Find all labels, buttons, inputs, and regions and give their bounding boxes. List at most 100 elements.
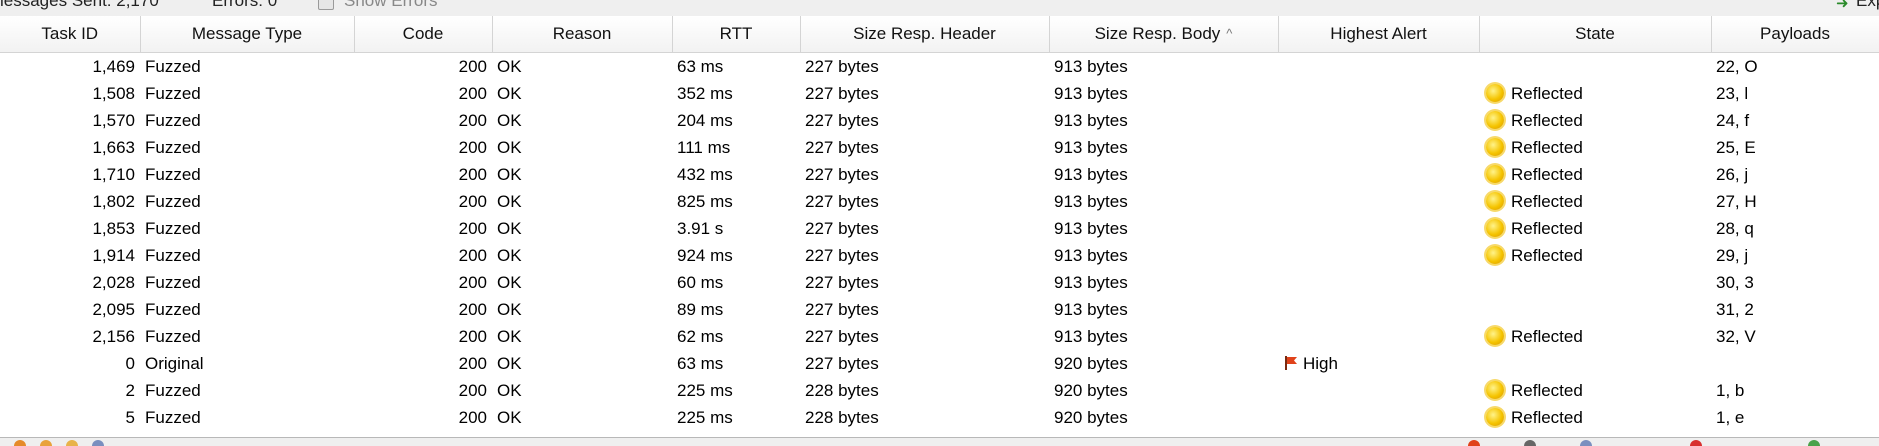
state-cell-text: Reflected [1511, 164, 1583, 184]
state-cell-text: Reflected [1511, 110, 1583, 130]
message-type-cell: Fuzzed [140, 404, 354, 431]
size-resp-body-cell: 913 bytes [1049, 107, 1278, 134]
show-errors-label[interactable]: Show Errors [344, 0, 438, 11]
column-header-task-id[interactable]: Task ID [0, 16, 141, 53]
size-resp-header-cell-text: 227 bytes [805, 164, 879, 184]
column-header-highest-alert[interactable]: Highest Alert [1278, 16, 1480, 53]
size-resp-header-cell-text: 227 bytes [805, 299, 879, 319]
state-cell-text: Reflected [1511, 407, 1583, 427]
column-header-state[interactable]: State [1479, 16, 1712, 53]
size-resp-body-cell-text: 913 bytes [1054, 137, 1128, 157]
export-button[interactable]: Exp [1856, 0, 1879, 11]
reason-cell: OK [492, 350, 672, 377]
message-type-cell: Original [140, 350, 354, 377]
payloads-cell-text: 23, l [1716, 83, 1749, 103]
table-row[interactable]: 2,156 Fuzzed 200 OK 62 ms 227 bytes 913 bytes R… [0, 323, 1879, 350]
task-id-cell: 2,028 [0, 269, 140, 296]
message-type-cell-text: Fuzzed [145, 272, 201, 292]
state-cell-text: Reflected [1511, 137, 1583, 157]
state-cell-text: Reflected [1511, 83, 1583, 103]
column-header-code[interactable]: Code [354, 16, 493, 53]
status-indicator-icon [1580, 440, 1592, 446]
code-cell-text: 200 [458, 380, 487, 400]
size-resp-body-cell: 913 bytes [1049, 242, 1278, 269]
column-header-reason[interactable]: Reason [492, 16, 673, 53]
rtt-cell-text: 89 ms [677, 299, 724, 319]
state-cell [1479, 296, 1711, 323]
rtt-cell: 3.91 s [672, 215, 800, 242]
message-type-cell-text: Fuzzed [145, 83, 201, 103]
sun-icon [1486, 407, 1504, 426]
payloads-cell: 1, b [1711, 377, 1879, 404]
payloads-cell-text: 30, 3 [1716, 272, 1754, 292]
table-row[interactable]: 1,663 Fuzzed 200 OK 111 ms 227 bytes 913 bytes… [0, 134, 1879, 161]
size-resp-body-cell-text: 913 bytes [1054, 164, 1128, 184]
code-cell-text: 200 [458, 137, 487, 157]
task-id-cell-text: 1,469 [92, 56, 135, 76]
column-header-payloads[interactable]: Payloads [1711, 16, 1879, 53]
code-cell: 200 [354, 188, 492, 215]
size-resp-header-cell: 227 bytes [800, 323, 1049, 350]
table-row[interactable]: 1,469 Fuzzed 200 OK 63 ms 227 bytes 913 bytes 2… [0, 53, 1879, 81]
highest-alert-cell [1278, 377, 1479, 404]
table-row[interactable]: 1,710 Fuzzed 200 OK 432 ms 227 bytes 913 bytes… [0, 161, 1879, 188]
reason-cell-text: OK [497, 326, 522, 346]
rtt-cell: 63 ms [672, 350, 800, 377]
table-row[interactable]: 0 Original 200 OK 63 ms 227 bytes 920 bytes Hig… [0, 350, 1879, 377]
rtt-cell: 825 ms [672, 188, 800, 215]
highest-alert-cell [1278, 215, 1479, 242]
size-resp-header-cell: 228 bytes [800, 377, 1049, 404]
code-cell-text: 200 [458, 326, 487, 346]
size-resp-body-cell-text: 913 bytes [1054, 299, 1128, 319]
reason-cell-text: OK [497, 407, 522, 427]
table-row[interactable]: 1,914 Fuzzed 200 OK 924 ms 227 bytes 913 bytes… [0, 242, 1879, 269]
size-resp-body-cell: 913 bytes [1049, 215, 1278, 242]
state-cell: Reflected [1479, 215, 1711, 242]
code-cell-text: 200 [458, 56, 487, 76]
rtt-cell-text: 432 ms [677, 164, 733, 184]
message-type-cell: Fuzzed [140, 215, 354, 242]
table-row[interactable]: 2,028 Fuzzed 200 OK 60 ms 227 bytes 913 bytes 3… [0, 269, 1879, 296]
size-resp-header-cell: 227 bytes [800, 188, 1049, 215]
size-resp-header-cell-text: 228 bytes [805, 380, 879, 400]
table-row[interactable]: 2 Fuzzed 200 OK 225 ms 228 bytes 920 bytes Refl… [0, 377, 1879, 404]
table-row[interactable]: 5 Fuzzed 200 OK 225 ms 228 bytes 920 bytes Refl… [0, 404, 1879, 431]
size-resp-header-cell: 228 bytes [800, 404, 1049, 431]
payloads-cell: 24, f [1711, 107, 1879, 134]
message-type-cell: Fuzzed [140, 188, 354, 215]
task-id-cell: 1,853 [0, 215, 140, 242]
errors-count: Errors: 0 [212, 0, 278, 10]
payloads-cell: 23, l [1711, 80, 1879, 107]
column-header-message-type[interactable]: Message Type [140, 16, 355, 53]
column-header-size-resp-body[interactable]: Size Resp. Body ^ [1049, 16, 1279, 53]
reason-cell: OK [492, 80, 672, 107]
payloads-cell-text: 25, E [1716, 137, 1756, 157]
table-row[interactable]: 1,570 Fuzzed 200 OK 204 ms 227 bytes 913 bytes… [0, 107, 1879, 134]
sun-icon [1486, 164, 1504, 183]
table-row[interactable]: 1,802 Fuzzed 200 OK 825 ms 227 bytes 913 bytes… [0, 188, 1879, 215]
column-header-size-resp-header[interactable]: Size Resp. Header [800, 16, 1050, 53]
message-type-cell-text: Fuzzed [145, 407, 201, 427]
table-row[interactable]: 1,853 Fuzzed 200 OK 3.91 s 227 bytes 913 bytes… [0, 215, 1879, 242]
size-resp-body-cell-text: 913 bytes [1054, 191, 1128, 211]
message-type-cell-text: Fuzzed [145, 137, 201, 157]
table-row[interactable]: 2,095 Fuzzed 200 OK 89 ms 227 bytes 913 bytes 3… [0, 296, 1879, 323]
payloads-cell-text: 24, f [1716, 110, 1750, 130]
state-cell-text: Reflected [1511, 218, 1583, 238]
highest-alert-cell: High [1278, 350, 1479, 377]
code-cell: 200 [354, 242, 492, 269]
column-header-rtt[interactable]: RTT [672, 16, 801, 53]
show-errors-checkbox[interactable] [318, 0, 334, 10]
highest-alert-cell [1278, 242, 1479, 269]
table-row[interactable]: 1,508 Fuzzed 200 OK 352 ms 227 bytes 913 bytes… [0, 80, 1879, 107]
message-type-cell-text: Fuzzed [145, 299, 201, 319]
reason-cell: OK [492, 134, 672, 161]
task-id-cell: 1,508 [0, 80, 140, 107]
code-cell-text: 200 [458, 299, 487, 319]
size-resp-header-cell-text: 227 bytes [805, 137, 879, 157]
reason-cell: OK [492, 215, 672, 242]
payloads-cell-text: 1, e [1716, 407, 1745, 427]
highest-alert-cell [1278, 53, 1479, 81]
export-icon[interactable]: ➜ [1836, 0, 1849, 12]
payloads-cell: 31, 2 [1711, 296, 1879, 323]
